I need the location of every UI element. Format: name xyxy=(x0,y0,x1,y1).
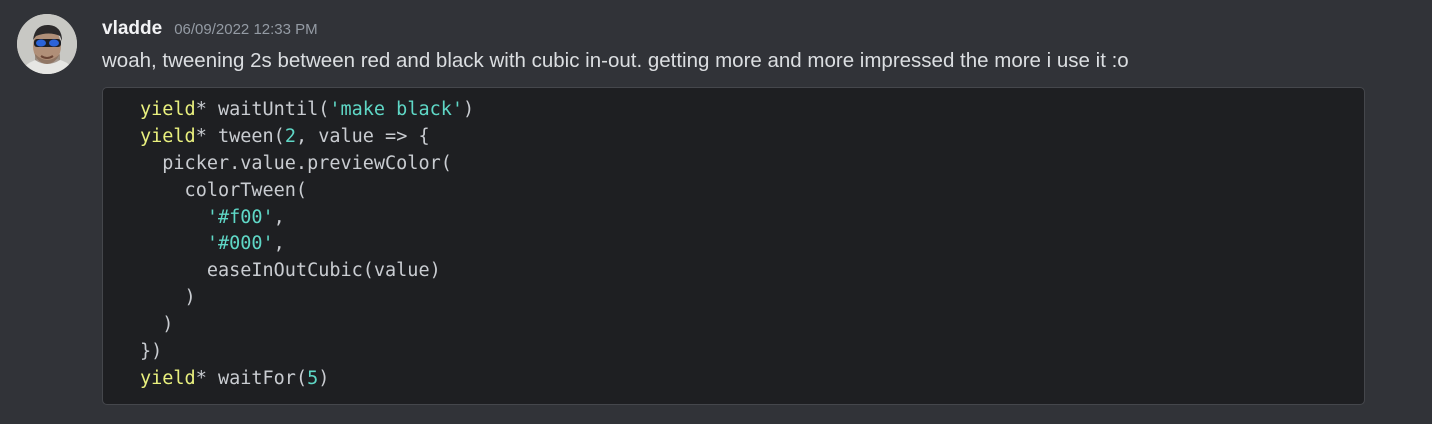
code-keyword: yield xyxy=(140,125,196,147)
code-line: easeInOutCubic(value) xyxy=(140,258,474,285)
code-token: * waitUntil( xyxy=(195,99,330,120)
code-number: 2 xyxy=(284,125,296,147)
code-line: yield* tween(2, value => { xyxy=(140,124,474,151)
message-text: woah, tweening 2s between red and black … xyxy=(102,49,1129,72)
code-token: }) xyxy=(140,341,163,363)
code-line: }) xyxy=(140,339,474,366)
code-token: ) xyxy=(140,287,196,309)
code-line: '#f00', xyxy=(140,205,474,232)
code-string: 'make black' xyxy=(329,99,464,120)
code-token: picker.value.previewColor( xyxy=(140,152,452,174)
code-string: '#f00' xyxy=(206,206,274,228)
code-token: colorTween( xyxy=(140,179,308,201)
code-keyword: yield xyxy=(140,367,196,389)
code-keyword: yield xyxy=(140,99,196,120)
code-token: ) xyxy=(463,99,475,120)
code-line: yield* waitUntil('make black') xyxy=(140,97,474,124)
code-line: picker.value.previewColor( xyxy=(140,151,474,178)
code-line: colorTween( xyxy=(140,178,474,205)
chat-message: vladde 06/09/2022 12:33 PM woah, tweenin… xyxy=(0,0,1432,424)
avatar-image xyxy=(17,14,77,74)
code-token: easeInOutCubic(value) xyxy=(140,260,441,282)
user-avatar[interactable] xyxy=(17,14,77,74)
username[interactable]: vladde xyxy=(102,14,162,44)
code-line: ) xyxy=(140,285,474,312)
code-token: * tween( xyxy=(195,125,285,147)
code-line: '#000', xyxy=(140,231,474,258)
code-token: * waitFor( xyxy=(195,367,308,389)
code-number: 5 xyxy=(307,367,319,389)
timestamp[interactable]: 06/09/2022 12:33 PM xyxy=(174,15,317,45)
code-token: ) xyxy=(318,367,330,389)
code-token: ) xyxy=(140,314,174,336)
code-line: yield* waitFor(5) xyxy=(140,366,474,393)
code-string: '#000' xyxy=(206,233,274,255)
code-token: , xyxy=(273,233,285,255)
code-line: ) xyxy=(140,312,474,339)
message-header: vladde 06/09/2022 12:33 PM xyxy=(102,14,318,44)
code-block: yield* waitUntil('make black') yield* twe… xyxy=(102,87,1365,405)
code-token: , xyxy=(273,206,285,228)
code-content: yield* waitUntil('make black') yield* twe… xyxy=(140,97,474,393)
code-token: , value => { xyxy=(295,125,430,147)
